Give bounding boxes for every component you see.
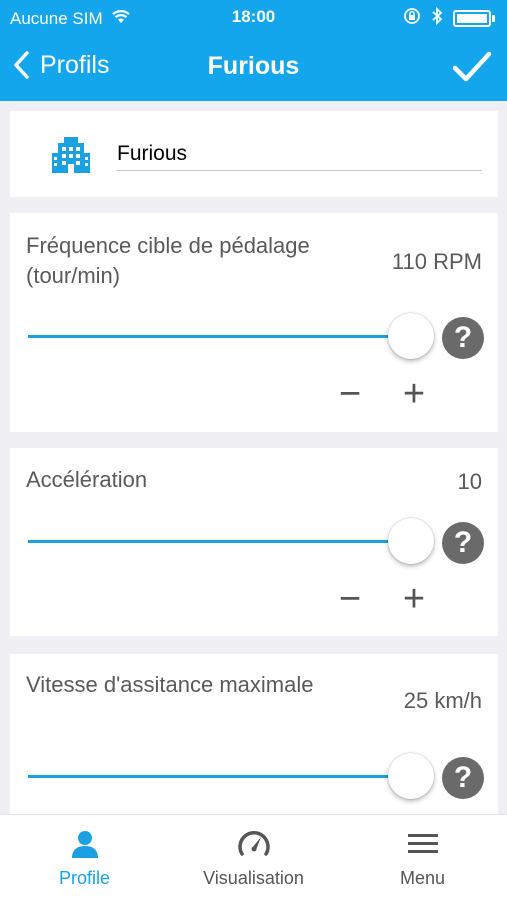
help-icon[interactable]: ? [442, 522, 484, 564]
hamburger-icon [338, 829, 507, 859]
checkmark-icon [452, 51, 492, 82]
cadence-slider-thumb[interactable] [388, 313, 434, 359]
nav-bar: Profils Furious [0, 44, 507, 92]
tab-label: Profile [58, 868, 111, 888]
building-icon [50, 133, 92, 180]
cadence-slider-track[interactable] [28, 335, 408, 338]
tab-visualisation[interactable]: Visualisation [169, 815, 338, 900]
setting-card-acceleration: Accélération 10 ? − + [10, 448, 498, 636]
tab-menu[interactable]: Menu [338, 815, 507, 900]
status-bar: Aucune SIM 18:00 [0, 0, 507, 34]
acceleration-slider-thumb[interactable] [388, 518, 434, 564]
person-icon [0, 829, 169, 859]
decrement-button[interactable]: − [332, 580, 368, 618]
setting-value: 110 RPM [391, 249, 482, 274]
tab-bar: Profile Visualisation Menu [0, 814, 507, 900]
setting-card-max-speed: Vitesse d'assitance maximale 25 km/h ? [10, 654, 498, 824]
decrement-button[interactable]: − [332, 375, 368, 413]
increment-button[interactable]: + [396, 375, 432, 413]
increment-button[interactable]: + [396, 580, 432, 618]
tab-label: Visualisation [203, 868, 304, 888]
setting-value: 25 km/h [403, 688, 482, 713]
rotation-lock-icon [403, 7, 421, 30]
setting-value: 10 [457, 469, 482, 494]
profile-name-input[interactable] [116, 131, 482, 171]
max-speed-slider-thumb[interactable] [388, 753, 434, 799]
header: Aucune SIM 18:00 Profils Furious [0, 0, 507, 101]
speedometer-icon [169, 829, 338, 859]
help-icon[interactable]: ? [442, 757, 484, 799]
setting-card-cadence: Fréquence cible de pédalage (tour/min) 1… [10, 213, 498, 432]
page-title: Furious [207, 52, 300, 80]
help-icon[interactable]: ? [442, 317, 484, 359]
profile-name-card [10, 111, 498, 197]
bluetooth-icon [431, 6, 443, 30]
battery-icon [453, 10, 495, 27]
max-speed-slider-track[interactable] [28, 775, 408, 778]
setting-label: Accélération [26, 467, 148, 492]
setting-label: Fréquence cible de pédalage (tour/min) [26, 233, 310, 288]
setting-label: Vitesse d'assitance maximale [26, 672, 314, 697]
save-button[interactable] [451, 48, 493, 91]
tab-label: Menu [399, 868, 446, 888]
tab-profile[interactable]: Profile [0, 815, 169, 900]
acceleration-slider-track[interactable] [28, 540, 408, 543]
